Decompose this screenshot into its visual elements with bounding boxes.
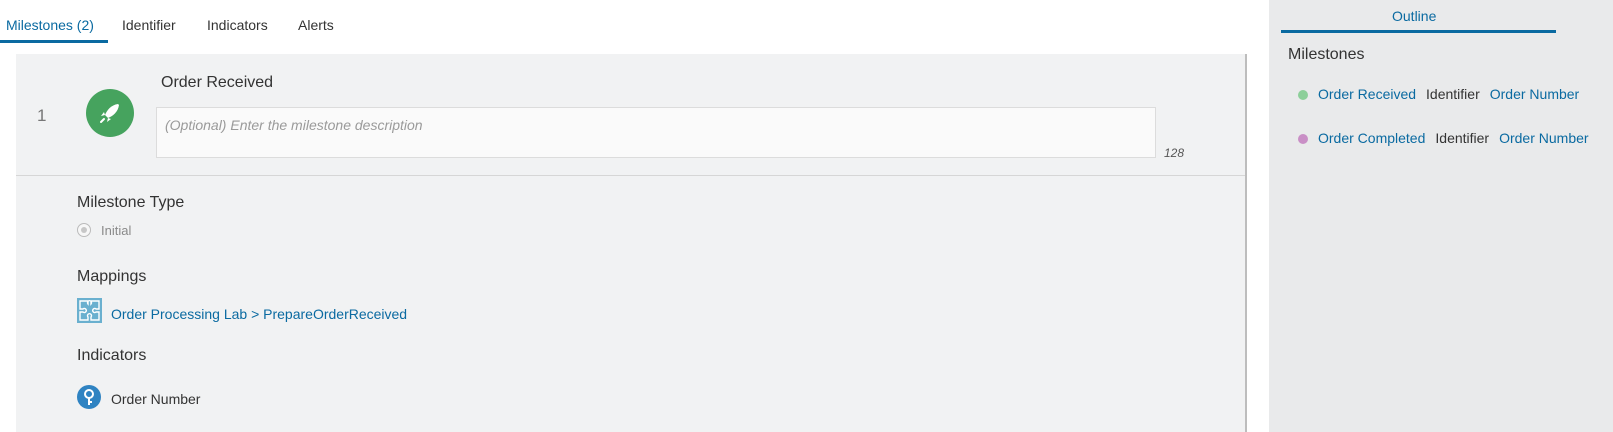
character-count: 128 (1164, 146, 1185, 160)
initial-radio-label: Initial (101, 223, 132, 238)
initial-radio[interactable] (77, 223, 91, 237)
status-dot-icon (1298, 90, 1308, 101)
outline-tab-indicator (1281, 30, 1556, 33)
tab-milestones[interactable]: Milestones (2) (6, 17, 94, 33)
tab-identifier[interactable]: Identifier (122, 17, 176, 33)
puzzle-icon (77, 298, 102, 323)
active-tab-indicator (0, 40, 108, 43)
rocket-icon[interactable] (86, 89, 134, 137)
outline-heading: Milestones (1288, 46, 1365, 63)
milestone-header: 1 Order Received 128 (16, 54, 1246, 176)
outline-milestone-link[interactable]: Order Received (1318, 86, 1416, 102)
tab-outline[interactable]: Outline (1392, 8, 1436, 24)
outline-item: Order Completed Identifier Order Number (1298, 130, 1589, 146)
milestone-number: 1 (37, 106, 47, 125)
outline-identifier-link[interactable]: Order Number (1499, 130, 1588, 146)
indicators-label: Indicators (77, 347, 147, 364)
milestone-type-label: Milestone Type (77, 194, 185, 211)
tab-alerts[interactable]: Alerts (298, 17, 334, 33)
outline-milestone-link[interactable]: Order Completed (1318, 130, 1425, 146)
outline-identifier-link[interactable]: Order Number (1490, 86, 1579, 102)
milestone-card: 1 Order Received 128 Milestone Type Init… (16, 54, 1246, 432)
milestone-title[interactable]: Order Received (161, 74, 273, 92)
key-icon (77, 385, 101, 409)
mapping-link[interactable]: Order Processing Lab > PrepareOrderRecei… (111, 306, 407, 322)
mappings-label: Mappings (77, 268, 147, 285)
milestone-description-input[interactable] (156, 107, 1156, 158)
tab-indicators[interactable]: Indicators (207, 17, 268, 33)
card-edge (1245, 54, 1247, 432)
outline-panel: Outline Milestones Order Received Identif… (1269, 0, 1613, 432)
outline-item: Order Received Identifier Order Number (1298, 86, 1579, 102)
status-dot-icon (1298, 134, 1308, 145)
outline-identifier-label: Identifier (1426, 86, 1480, 102)
tab-bar: Milestones (2) Identifier Indicators Ale… (0, 0, 1240, 44)
indicator-item: Order Number (111, 391, 201, 407)
outline-identifier-label: Identifier (1435, 130, 1490, 146)
